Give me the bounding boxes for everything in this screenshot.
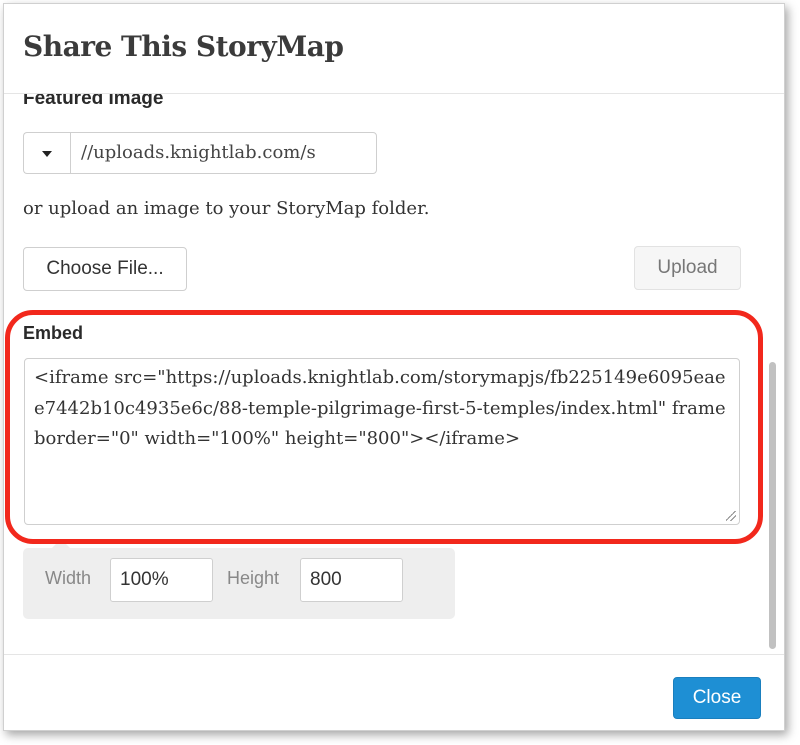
featured-image-url-input[interactable]: //uploads.knightlab.com/s [70, 132, 377, 174]
upload-button[interactable]: Upload [634, 246, 741, 290]
dialog-footer: Close [4, 654, 784, 730]
close-button[interactable]: Close [673, 677, 761, 719]
resize-grip-icon[interactable] [726, 511, 736, 521]
height-input[interactable]: 800 [300, 558, 403, 602]
embed-size-panel: Width 100% Height 800 [23, 548, 455, 619]
image-source-dropdown[interactable] [23, 132, 70, 174]
embed-code-text: <iframe src="https://uploads.knightlab.c… [34, 367, 726, 449]
width-input[interactable]: 100% [110, 558, 213, 602]
dialog-body: Featured Image //uploads.knightlab.com/s… [4, 94, 784, 654]
dialog-title: Share This StoryMap [23, 30, 344, 63]
dialog-scrollbar[interactable] [766, 94, 778, 654]
upload-hint-text: or upload an image to your StoryMap fold… [23, 198, 430, 219]
featured-image-label: Featured Image [23, 94, 164, 109]
caret-down-icon [42, 151, 52, 157]
scrollbar-thumb[interactable] [769, 362, 776, 649]
share-dialog: Share This StoryMap Featured Image //upl… [3, 3, 785, 731]
dialog-header: Share This StoryMap [4, 4, 784, 94]
height-label: Height [227, 568, 280, 588]
embed-label: Embed [23, 323, 84, 343]
width-label: Width [45, 568, 92, 588]
embed-code-textarea[interactable]: <iframe src="https://uploads.knightlab.c… [24, 358, 740, 525]
choose-file-button[interactable]: Choose File... [23, 247, 187, 291]
